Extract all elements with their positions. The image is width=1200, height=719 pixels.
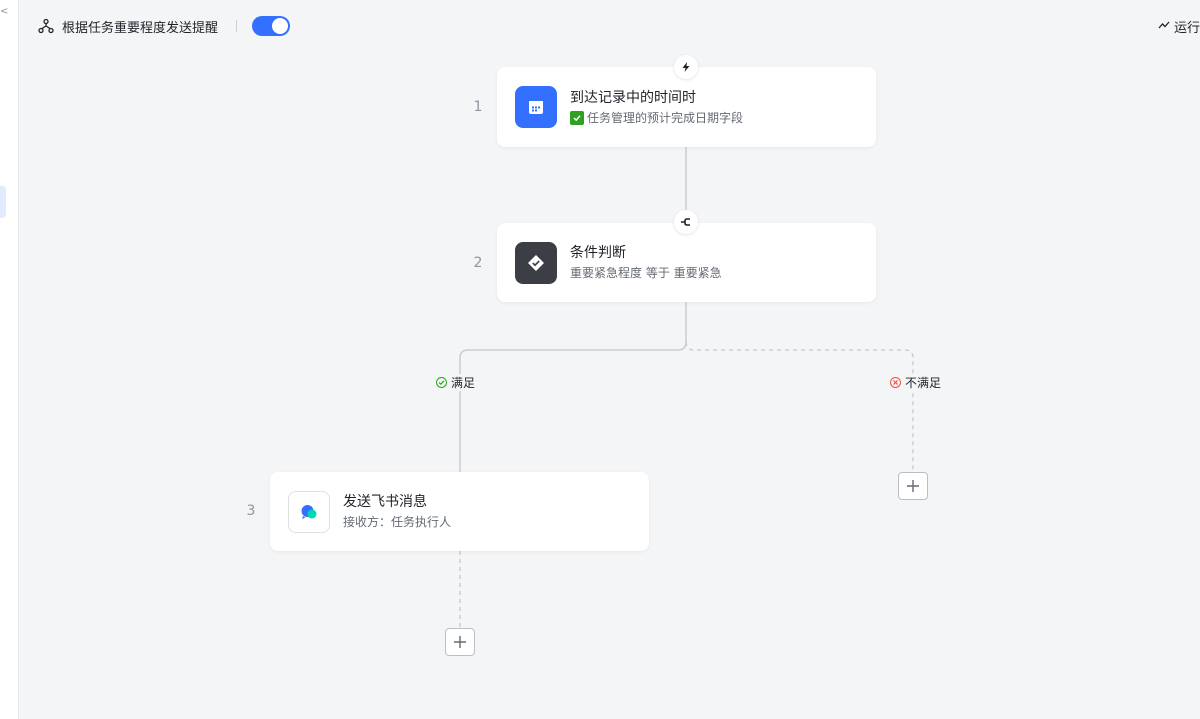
branch-yes-text: 满足 <box>451 376 476 390</box>
connector-no-branch <box>685 341 914 472</box>
enable-toggle[interactable] <box>252 16 291 36</box>
message-card[interactable]: 发送飞书消息 接收方：任务执行人 <box>270 472 649 551</box>
lightning-icon <box>674 55 698 79</box>
trend-icon <box>1158 19 1170 35</box>
left-rail: < <box>0 0 19 719</box>
step-number: 1 <box>473 99 483 115</box>
step-number: 2 <box>473 255 483 271</box>
top-bar: 根据任务重要程度发送提醒 运行 <box>19 0 1200 52</box>
branch-icon <box>674 210 698 234</box>
check-circle-icon <box>436 377 447 388</box>
calendar-icon <box>515 86 557 128</box>
workflow-icon <box>38 18 54 34</box>
step-title: 到达记录中的时间时 <box>570 89 696 106</box>
step-number: 3 <box>246 503 256 519</box>
step-subtitle: 任务管理的预计完成日期字段 <box>587 110 744 125</box>
rail-edge-glyph: < <box>0 6 9 17</box>
condition-card[interactable]: 条件判断 重要紧急程度 等于 重要紧急 <box>497 223 876 302</box>
branch-yes-label: 满足 <box>434 374 478 391</box>
branch-no-text: 不满足 <box>905 376 942 390</box>
step-title: 条件判断 <box>570 245 626 261</box>
workflow-title: 根据任务重要程度发送提醒 <box>62 20 219 36</box>
run-log-button[interactable]: 运行 <box>1158 17 1200 36</box>
add-step-button[interactable] <box>445 628 475 656</box>
run-log-label: 运行 <box>1173 21 1200 36</box>
chat-bubble-icon <box>288 490 330 533</box>
step-subtitle: 重要紧急程度 等于 重要紧急 <box>570 266 722 280</box>
plus-icon <box>907 480 919 492</box>
branch-no-label: 不满足 <box>888 374 944 391</box>
diamond-check-icon <box>515 241 557 284</box>
add-step-button[interactable] <box>898 472 928 500</box>
step-subtitle: 接收方：任务执行人 <box>343 515 452 529</box>
connector-yes-branch <box>459 302 687 472</box>
trigger-card[interactable]: 到达记录中的时间时 任务管理的预计完成日期字段 <box>497 67 876 147</box>
divider <box>236 20 238 32</box>
checkbox-field-icon <box>570 110 584 125</box>
step-title: 发送飞书消息 <box>343 494 427 510</box>
plus-icon <box>454 636 466 648</box>
toggle-knob <box>272 18 289 34</box>
rail-active-indicator[interactable] <box>0 186 6 218</box>
cross-circle-icon <box>890 377 901 388</box>
